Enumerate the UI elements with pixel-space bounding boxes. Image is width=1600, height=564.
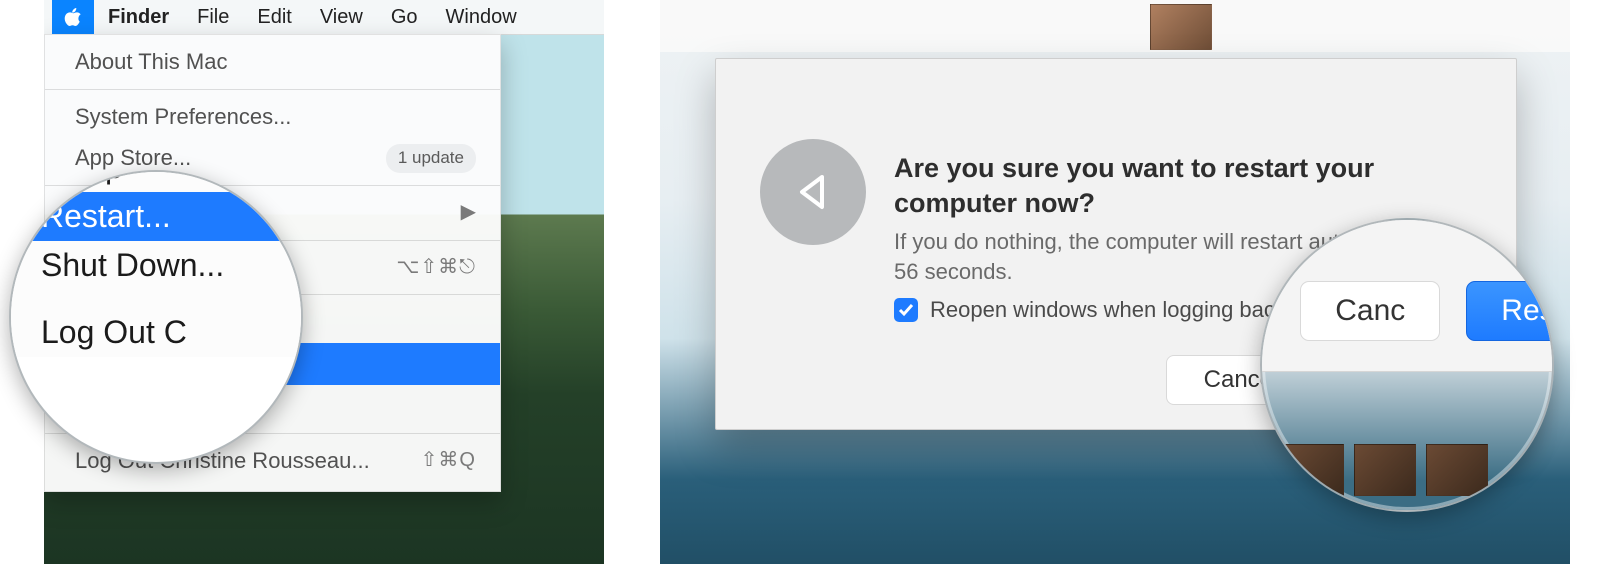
menu-item-system-preferences[interactable]: System Preferences... xyxy=(45,96,500,138)
callout-magnifier: ck in Canc Restart xyxy=(1260,218,1554,512)
menubar-item-window[interactable]: Window xyxy=(432,0,531,34)
window-below xyxy=(660,0,1570,52)
screensaver-thumbnail xyxy=(1354,444,1416,496)
restart-icon xyxy=(760,139,866,245)
menubar-item-view[interactable]: View xyxy=(306,0,377,34)
zoom-cancel-button[interactable]: Canc xyxy=(1300,281,1440,341)
menubar-item-file[interactable]: File xyxy=(183,0,243,34)
menubar-item-go[interactable]: Go xyxy=(377,0,432,34)
zoom-menu-item-restart[interactable]: Restart... xyxy=(9,192,303,241)
screensaver-thumbnail xyxy=(1282,444,1344,496)
dialog-title: Are you sure you want to restart your co… xyxy=(894,151,1486,220)
zoom-menu-item-sleep[interactable]: Sleep xyxy=(9,170,303,192)
checkbox-label: Reopen windows when logging back in xyxy=(930,297,1309,323)
zoom-menu-item-shut-down[interactable]: Shut Down... xyxy=(9,241,303,290)
menu-item-about-this-mac[interactable]: About This Mac xyxy=(45,41,500,83)
menu-item-label: System Preferences... xyxy=(75,102,291,132)
zoom-restart-button[interactable]: Restart xyxy=(1466,281,1554,341)
menubar-item-finder[interactable]: Finder xyxy=(94,0,183,34)
chevron-right-icon: ▶ xyxy=(461,199,476,226)
screensaver-thumbnail xyxy=(1426,444,1488,496)
apple-menu-button[interactable] xyxy=(52,0,94,34)
menu-item-label: App Store... xyxy=(75,143,191,173)
menu-item-label: About This Mac xyxy=(75,47,227,77)
apple-logo-icon xyxy=(63,6,83,28)
keyboard-shortcut: ⌥⇧⌘⎋ xyxy=(396,254,476,281)
screensaver-thumbnails xyxy=(1282,444,1488,496)
callout-magnifier: Force Quit Sleep Restart... Shut Down...… xyxy=(9,170,303,464)
zoom-menu-item-log-out[interactable]: Log Out C xyxy=(9,308,303,357)
update-badge: 1 update xyxy=(386,144,476,173)
menubar-item-edit[interactable]: Edit xyxy=(243,0,305,34)
menu-separator xyxy=(45,89,500,90)
keyboard-shortcut: ⇧⌘Q xyxy=(421,447,476,474)
screensaver-thumbnail xyxy=(1150,4,1212,50)
zoom-checkbox-text-fragment: ck in xyxy=(1260,218,1554,235)
reopen-windows-checkbox-row[interactable]: Reopen windows when logging back in xyxy=(894,297,1309,323)
menubar: Finder File Edit View Go Window xyxy=(44,0,604,35)
checkbox-checked-icon[interactable] xyxy=(894,298,918,322)
